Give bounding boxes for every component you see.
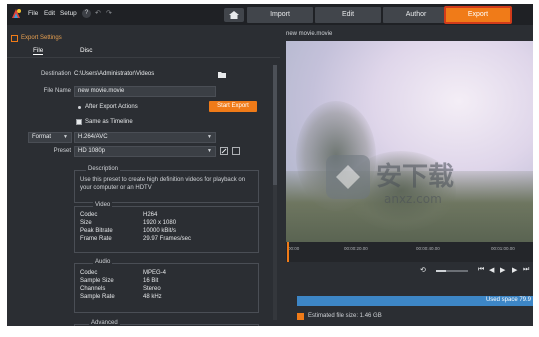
used-space-text: Used space 79.9: [485, 297, 531, 303]
chevron-down-icon: ▼: [63, 134, 68, 140]
after-export-actions[interactable]: After Export Actions: [85, 104, 138, 110]
loop-icon[interactable]: ⟲: [420, 266, 426, 274]
app-window: File Edit Setup ? ↶ ↷ Import Edit Author…: [7, 4, 533, 326]
watermark-logo-icon: 安下载 anxz.com: [326, 155, 454, 206]
export-settings-panel: Export Settings File Disc Destination C:…: [7, 25, 280, 326]
edit-preset-icon[interactable]: [220, 147, 228, 155]
home-icon: [229, 11, 239, 19]
preview-panel: new movie.movie 安下载 anxz.com 00:00 00:00…: [283, 25, 533, 326]
app-logo-icon: [12, 9, 21, 18]
video-size-label: Size: [80, 220, 92, 226]
redo-icon[interactable]: ↷: [106, 9, 112, 17]
destination-value[interactable]: C:\Users\Administrator\Videos: [74, 71, 154, 77]
tick-label: 00:00:40.00: [416, 246, 440, 251]
used-space-bar: Used space 79.9: [297, 296, 533, 306]
settings-scrollbar[interactable]: [273, 65, 277, 320]
video-framerate-value: 29.97 Frames/sec: [143, 236, 192, 242]
step-back-icon[interactable]: ◀: [489, 266, 494, 274]
go-to-start-icon[interactable]: ⏮: [478, 266, 484, 274]
tick-label: 00:00: [288, 246, 300, 251]
video-preview: 安下载 anxz.com: [286, 41, 533, 242]
video-codec-label: Codec: [80, 212, 98, 218]
preset-dropdown[interactable]: HD 1080p ▼: [74, 146, 216, 157]
timeline-ruler[interactable]: 00:00 00:00:20.00 00:00:40.00 00:01:00.0…: [286, 242, 533, 262]
tick-label: 00:01:00.00: [491, 246, 515, 251]
tab-import[interactable]: Import: [247, 7, 313, 23]
audio-channels-label: Channels: [80, 286, 106, 292]
description-title: Description: [86, 166, 121, 172]
bullet-icon: [78, 106, 81, 109]
top-bar: File Edit Setup ? ↶ ↷ Import Edit Author…: [7, 4, 533, 25]
video-info-title: Video: [93, 202, 113, 208]
advanced-title[interactable]: Advanced: [89, 320, 120, 326]
tab-export[interactable]: Export: [444, 6, 512, 24]
menu-file[interactable]: File: [28, 10, 38, 17]
tab-author[interactable]: Author: [383, 7, 449, 23]
svg-text:安下载: 安下载: [376, 162, 454, 192]
help-icon[interactable]: ?: [82, 9, 91, 18]
start-export-button[interactable]: Start Export: [209, 101, 257, 112]
video-bitrate-label: Peak Bitrate: [80, 228, 113, 234]
format-value: H.264/AVC: [78, 134, 108, 140]
subtab-file[interactable]: File: [33, 47, 44, 55]
tab-edit[interactable]: Edit: [315, 7, 381, 23]
scrollbar-thumb[interactable]: [273, 65, 277, 185]
playback-controls: ⟲ ⏮ ◀ ▶ ▶ ⏭: [286, 265, 533, 277]
audio-samplesize-value: 16 Bit: [143, 278, 159, 284]
format-label: Format: [32, 134, 52, 140]
estimated-size-text: Estimated file size: 1.46 GB: [308, 313, 382, 319]
volume-slider[interactable]: [436, 270, 468, 272]
filename-input[interactable]: new movie.movie: [74, 86, 216, 97]
same-as-timeline-label: Same as Timeline: [85, 119, 133, 125]
playhead[interactable]: [287, 242, 289, 262]
filename-label: File Name: [43, 88, 71, 94]
audio-codec-value: MPEG-4: [143, 270, 167, 276]
video-framerate-label: Frame Rate: [80, 236, 112, 242]
audio-samplesize-label: Sample Size: [80, 278, 114, 284]
video-codec-value: H264: [143, 212, 158, 218]
preset-value: HD 1080p: [78, 148, 106, 154]
same-as-timeline-checkbox[interactable]: [76, 119, 82, 125]
subtab-divider: [7, 57, 280, 58]
preview-title: new movie.movie: [286, 31, 333, 37]
menu-setup[interactable]: Setup: [60, 10, 77, 17]
preset-label: Preset: [53, 148, 71, 154]
export-settings-icon: [11, 35, 18, 42]
video-bitrate-value: 10000 kBit/s: [143, 228, 177, 234]
audio-info-title: Audio: [93, 259, 113, 265]
subtab-disc[interactable]: Disc: [80, 47, 92, 54]
estimated-size-swatch: [297, 313, 304, 320]
audio-samplerate-label: Sample Rate: [80, 294, 115, 300]
save-preset-icon[interactable]: [232, 147, 240, 155]
menu-edit[interactable]: Edit: [44, 10, 55, 17]
svg-text:anxz.com: anxz.com: [384, 192, 442, 206]
description-text: Use this preset to create high definitio…: [80, 177, 246, 191]
format-dropdown[interactable]: H.264/AVC ▼: [74, 132, 216, 143]
audio-samplerate-value: 48 kHz: [143, 294, 162, 300]
step-forward-icon[interactable]: ▶: [512, 266, 517, 274]
format-type-dropdown[interactable]: Format ▼: [28, 132, 72, 143]
undo-icon[interactable]: ↶: [95, 9, 101, 17]
play-icon[interactable]: ▶: [500, 266, 505, 274]
folder-icon[interactable]: [218, 71, 226, 78]
audio-channels-value: Stereo: [143, 286, 161, 292]
tick-label: 00:00:20.00: [344, 246, 368, 251]
video-size-value: 1920 x 1080: [143, 220, 177, 226]
chevron-down-icon: ▼: [207, 148, 212, 154]
audio-codec-label: Codec: [80, 270, 98, 276]
go-to-end-icon[interactable]: ⏭: [523, 266, 529, 274]
destination-label: Destination: [40, 71, 71, 77]
panel-title: Export Settings: [21, 35, 62, 41]
chevron-down-icon: ▼: [207, 134, 212, 140]
home-button[interactable]: [224, 8, 244, 22]
